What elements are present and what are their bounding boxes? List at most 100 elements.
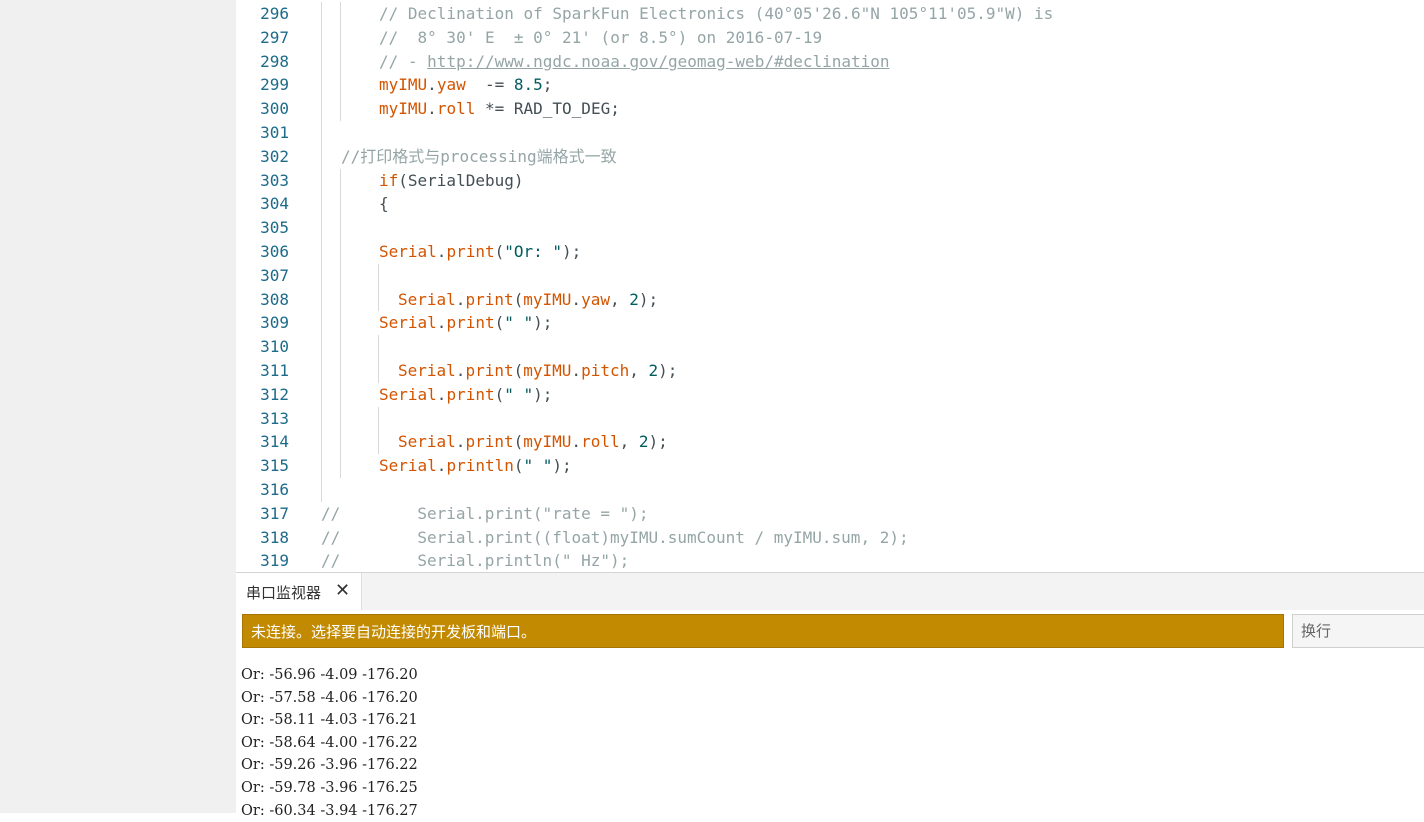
code-token: // Serial.print((float)myIMU.sumCount / … [321, 527, 909, 547]
code-line: 297 // 8° 30' E ± 0° 21' (or 8.5°) on 201… [236, 25, 1424, 50]
code-token: yaw [581, 289, 610, 309]
code-token: myIMU [379, 99, 428, 119]
code-token: ); [648, 432, 668, 452]
code-line: 296 // Declination of SparkFun Electronic… [236, 2, 1424, 26]
code-token: ); [562, 242, 582, 261]
indent-guide [340, 49, 341, 74]
indent-guide [321, 454, 322, 478]
code-token: ); [552, 456, 572, 476]
serial-output-line: Or: -59.78 -3.96 -176.25 [241, 779, 418, 796]
code-token: Serial [379, 384, 437, 404]
code-token: ( [513, 289, 524, 309]
code-token: ; [542, 75, 553, 95]
code-token: print [465, 361, 514, 380]
indent-guide [340, 192, 341, 217]
code-token: Serial [379, 242, 437, 261]
indent-guide [340, 73, 341, 98]
code-token: . [427, 99, 437, 119]
code-token: . [571, 361, 582, 380]
code-token: Serial [379, 313, 437, 333]
line-number: 300 [260, 99, 289, 119]
serial-output: Or: -56.96 -4.09 -176.20 Or: -57.58 -4.06… [241, 664, 418, 822]
code-token: . [436, 242, 447, 261]
code-token: ( [513, 432, 524, 452]
left-sidebar-strip [0, 0, 236, 813]
line-number: 314 [260, 432, 289, 452]
code-text: myIMU.roll *= RAD_TO_DEG; [379, 97, 620, 121]
indent-guide [321, 25, 322, 50]
indent-guide [321, 97, 322, 121]
code-token: "Or: " [504, 242, 563, 261]
code-token: print [446, 313, 495, 333]
code-token: myIMU [523, 361, 572, 380]
code-line: 316 [236, 478, 1424, 502]
code-text: // - http://www.ngdc.noaa.gov/geomag-web… [379, 50, 890, 74]
code-token: ( [494, 242, 505, 261]
bottom-panel-tabbar: 串口监视器 ✕ [236, 572, 1424, 611]
code-token: Serial [398, 432, 456, 452]
line-number: 305 [260, 218, 289, 238]
code-text: myIMU.yaw -= 8.5; [379, 73, 552, 97]
code-text: // Serial.print((float)myIMU.sumCount / … [321, 526, 909, 550]
indent-guide [378, 430, 379, 455]
code-text: Serial.print("Or: "); [379, 240, 581, 264]
indent-guide [321, 359, 322, 383]
code-token: // Serial.print("rate = "); [321, 503, 649, 523]
indent-guide [321, 406, 322, 431]
line-ending-select[interactable]: 换行 [1292, 614, 1424, 648]
indent-guide [340, 430, 341, 455]
code-line: 313 [236, 406, 1424, 431]
line-number: 303 [260, 170, 289, 190]
code-text: // 8° 30' E ± 0° 21' (or 8.5°) on 2016-0… [379, 26, 822, 50]
code-token: pitch [581, 361, 630, 380]
not-connected-notice[interactable]: 未连接。选择要自动连接的开发板和端口。 [242, 614, 1284, 648]
code-token: // 8° 30' E ± 0° 21' (or 8.5°) on 2016-0… [379, 27, 823, 47]
line-number: 313 [260, 408, 289, 428]
code-line: 319 // Serial.println(" Hz"); [236, 549, 1424, 572]
code-token: print [446, 242, 495, 261]
tab-serial-monitor[interactable]: 串口监视器 ✕ [236, 573, 362, 611]
code-token: ( [513, 456, 524, 476]
indent-guide [321, 121, 322, 145]
indent-guide [321, 216, 322, 240]
indent-guide [340, 287, 341, 312]
code-token: println [446, 456, 514, 476]
indent-guide [321, 144, 322, 169]
code-line: 303 if(SerialDebug) [236, 168, 1424, 193]
indent-guide [378, 287, 379, 312]
indent-guide [321, 430, 322, 455]
line-number: 304 [260, 194, 289, 214]
line-number: 318 [260, 527, 289, 547]
code-token: , [629, 361, 649, 380]
indent-guide [340, 382, 341, 407]
code-line: 314 Serial.print(myIMU.roll, 2); [236, 430, 1424, 455]
indent-guide [340, 359, 341, 383]
close-icon[interactable]: ✕ [335, 580, 350, 601]
indent-guide [340, 335, 341, 359]
indent-guide [321, 49, 322, 74]
code-line: 315 Serial.println(" "); [236, 454, 1424, 478]
code-editor[interactable]: 296 // Declination of SparkFun Electronic… [236, 0, 1424, 572]
line-number: 299 [260, 75, 289, 95]
serial-output-line: Or: -60.34 -3.94 -176.27 [241, 802, 418, 819]
code-text: Serial.print(" "); [379, 311, 552, 335]
indent-guide [378, 406, 379, 431]
code-token: if [379, 170, 399, 190]
indent-guide [321, 263, 322, 288]
indent-guide [321, 192, 322, 217]
code-token: ); [533, 384, 553, 404]
code-token: { [379, 194, 389, 214]
indent-guide [340, 454, 341, 478]
code-token: myIMU [523, 432, 572, 452]
code-token: . [436, 384, 447, 404]
code-token: , [609, 289, 630, 309]
serial-output-line: Or: -59.26 -3.96 -176.22 [241, 757, 418, 774]
code-text: { [379, 192, 389, 216]
code-link[interactable]: http://www.ngdc.noaa.gov/geomag-web/#dec… [427, 52, 889, 71]
indent-guide [321, 311, 322, 336]
indent-guide [340, 168, 341, 193]
code-line: 299 myIMU.yaw -= 8.5; [236, 73, 1424, 98]
line-number: 297 [260, 27, 289, 47]
code-text: // Serial.print("rate = "); [321, 502, 649, 526]
code-line: 309 Serial.print(" "); [236, 311, 1424, 336]
